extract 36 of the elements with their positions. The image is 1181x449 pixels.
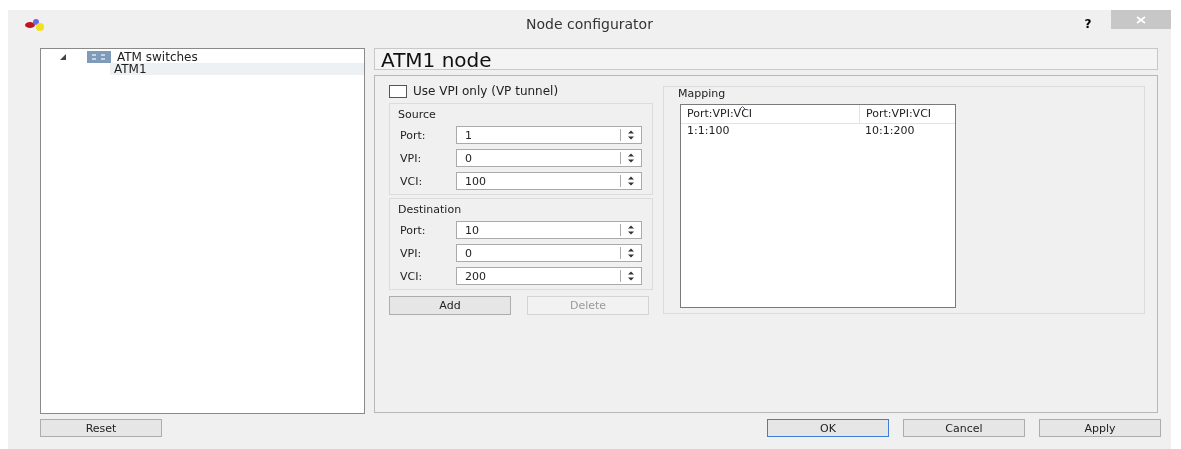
field-label: VCI: [400,174,424,188]
help-button[interactable]: ? [1073,16,1103,32]
node-title: ATM1 node [374,48,1158,70]
expander-icon[interactable] [59,53,67,61]
column-header[interactable]: Port:VPI:VCI [681,105,860,123]
tree-item[interactable]: ATM switches [41,51,364,63]
table-cell-text: 10:1:200 [864,124,916,138]
table-cell-text: 1:1:100 [686,124,731,138]
spin-field[interactable]: 1 [456,126,642,144]
spin-field[interactable]: 0 [456,149,642,167]
dialog-button[interactable]: Cancel [903,419,1025,437]
switch-icon [87,51,111,63]
group-title: Mapping [678,87,727,100]
spin-field[interactable]: 100 [456,172,642,190]
window-title: Node configurator [526,16,653,32]
field-label: VPI: [400,246,423,260]
spin-field[interactable]: 0 [456,244,642,262]
app-logo-icon [24,17,46,31]
field-label: Port: [400,128,427,142]
reset-button[interactable]: Reset [40,419,162,437]
dialog-button[interactable]: Apply [1039,419,1161,437]
column-header[interactable]: Port:VPI:VCI [860,105,955,123]
spin-field[interactable]: 10 [456,221,642,239]
spin-field[interactable]: 200 [456,267,642,285]
sort-caret-icon [739,106,746,110]
checkbox-label: Use VPI only (VP tunnel) [413,84,559,98]
field-label: VPI: [400,151,423,165]
close-icon [1136,15,1146,24]
group-title: Source [398,108,437,121]
action-button[interactable]: Add [389,296,511,315]
checkbox[interactable] [389,84,407,98]
field-label: Port: [400,223,427,237]
dialog-button[interactable]: OK [767,419,889,437]
tree-item[interactable]: ATM1 [110,63,364,75]
field-label: VCI: [400,269,424,283]
group-title: Destination [398,203,463,216]
